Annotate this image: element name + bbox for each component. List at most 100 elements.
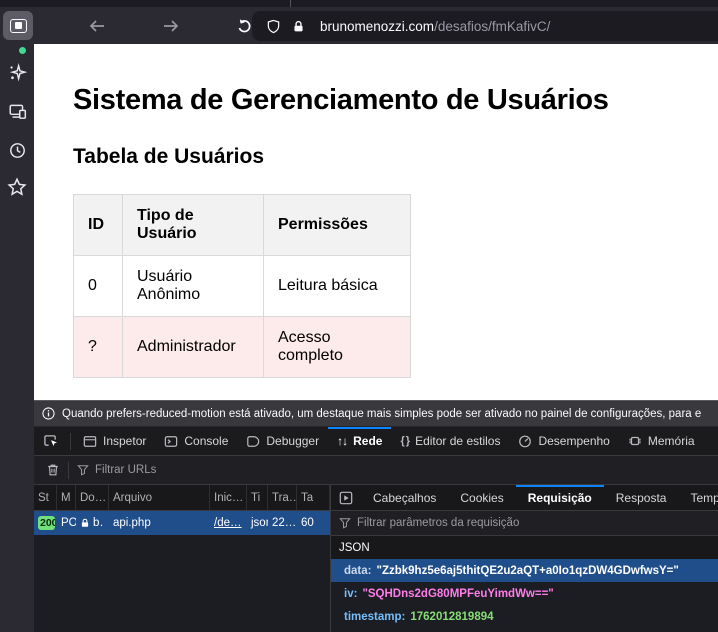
json-section-label[interactable]: JSON bbox=[331, 536, 718, 559]
tab-strip bbox=[0, 0, 718, 7]
sparkle-icon bbox=[8, 63, 27, 82]
filter-params-input[interactable] bbox=[357, 517, 617, 529]
cell-tipo: Usuário Anônimo bbox=[123, 256, 264, 317]
request-row-selected[interactable]: 200 POST brunomenozzi.com api.php /de… j… bbox=[34, 511, 330, 535]
devtools-tab-bar: Inspetor Console Debugger ↑↓ Rede { } Ed… bbox=[34, 427, 718, 456]
star-icon bbox=[7, 177, 27, 197]
back-button[interactable] bbox=[86, 16, 108, 36]
tab-label: Inspetor bbox=[103, 434, 146, 448]
tab-style-editor[interactable]: { } Editor de estilos bbox=[391, 427, 509, 455]
cell-permissoes: Leitura básica bbox=[264, 256, 411, 317]
forward-icon bbox=[162, 19, 180, 33]
braces-icon: { } bbox=[400, 435, 409, 447]
request-domain: brunomenozzi.com bbox=[76, 511, 109, 535]
network-arrows-icon: ↑↓ bbox=[337, 434, 347, 448]
users-table: ID Tipo de Usuário Permissões 0 Usuário … bbox=[73, 194, 411, 378]
tab-response[interactable]: Resposta bbox=[604, 485, 679, 510]
divider bbox=[70, 433, 71, 450]
status-badge: 200 bbox=[38, 516, 55, 530]
network-main: St M Do… Arquivo Inic… Ti Tra… Ta 200 PO… bbox=[34, 485, 718, 632]
col-domain[interactable]: Do… bbox=[76, 485, 109, 510]
gauge-icon bbox=[518, 434, 532, 448]
col-status[interactable]: St bbox=[34, 485, 57, 510]
sidebar-toggle-icon bbox=[10, 19, 27, 33]
tab-debugger[interactable]: Debugger bbox=[237, 427, 328, 455]
param-row-timestamp[interactable]: timestamp 1762012819894 bbox=[331, 605, 718, 628]
synced-tabs-button[interactable] bbox=[7, 101, 27, 121]
filter-urls-input[interactable] bbox=[95, 464, 295, 476]
col-file[interactable]: Arquivo bbox=[109, 485, 210, 510]
details-tab-bar: Cabeçalhos Cookies Requisição Resposta T… bbox=[331, 485, 718, 511]
cell-permissoes: Acesso completo bbox=[264, 317, 411, 378]
col-size[interactable]: Ta bbox=[297, 485, 330, 510]
clear-requests-button[interactable] bbox=[46, 463, 60, 477]
debugger-icon bbox=[246, 435, 260, 448]
console-icon bbox=[164, 435, 178, 448]
browser-toolbar: brunomenozzi.com/desafios/fmKafivC/ bbox=[0, 7, 718, 44]
lock-icon[interactable] bbox=[292, 20, 305, 33]
tab-inspector[interactable]: Inspetor bbox=[74, 427, 155, 455]
table-header-row: ID Tipo de Usuário Permissões bbox=[74, 195, 411, 256]
request-type: json bbox=[247, 511, 268, 535]
filter-funnel-icon bbox=[339, 517, 351, 529]
history-button[interactable] bbox=[7, 140, 27, 160]
bookmarks-button[interactable] bbox=[7, 177, 27, 197]
reload-icon bbox=[236, 18, 253, 35]
sidebar-toggle-button[interactable] bbox=[3, 11, 33, 40]
param-key: data bbox=[344, 565, 372, 577]
url-domain: brunomenozzi.com bbox=[320, 19, 434, 34]
param-value: "Zzbk9hz5e6aj5thitQE2u2aQT+a0Io1qzDW4GDw… bbox=[377, 565, 679, 577]
block-requests-button[interactable] bbox=[331, 485, 361, 510]
tab-cookies[interactable]: Cookies bbox=[448, 485, 515, 510]
firefox-sidebar bbox=[0, 44, 34, 632]
request-size: 60 bbox=[297, 511, 330, 535]
param-row-data[interactable]: data "Zzbk9hz5e6aj5thitQE2u2aQT+a0Io1qzD… bbox=[331, 559, 718, 582]
tab-label: Memória bbox=[648, 434, 695, 448]
pick-element-button[interactable] bbox=[34, 427, 67, 455]
col-initiator[interactable]: Inic… bbox=[210, 485, 247, 510]
url-path: /desafios/fmKafivC/ bbox=[434, 19, 550, 34]
divider bbox=[68, 462, 69, 479]
params-filter-bar bbox=[331, 511, 718, 536]
col-header-id: ID bbox=[74, 195, 123, 256]
page-title: Sistema de Gerenciamento de Usuários bbox=[73, 84, 718, 117]
shield-icon[interactable] bbox=[266, 19, 281, 34]
col-method[interactable]: M bbox=[57, 485, 76, 510]
url-bar[interactable]: brunomenozzi.com/desafios/fmKafivC/ bbox=[252, 11, 718, 41]
back-icon bbox=[88, 19, 106, 33]
param-key: iv bbox=[344, 588, 357, 600]
clock-icon bbox=[8, 141, 27, 160]
tab-performance[interactable]: Desempenho bbox=[509, 427, 618, 455]
request-method: POST bbox=[57, 511, 76, 535]
cell-id: 0 bbox=[74, 256, 123, 317]
tab-network[interactable]: ↑↓ Rede bbox=[328, 427, 391, 455]
cell-id: ? bbox=[74, 317, 123, 378]
param-value: "SQHDns2dG80MPFeuYimdWw==" bbox=[362, 588, 553, 600]
tab-timings[interactable]: Tempos bbox=[678, 485, 718, 510]
param-row-iv[interactable]: iv "SQHDns2dG80MPFeuYimdWw==" bbox=[331, 582, 718, 605]
request-list-header: St M Do… Arquivo Inic… Ti Tra… Ta bbox=[34, 485, 330, 511]
pick-element-icon bbox=[43, 434, 58, 448]
tab-request[interactable]: Requisição bbox=[516, 485, 604, 510]
forward-button[interactable] bbox=[160, 16, 182, 36]
tab-console[interactable]: Console bbox=[155, 427, 237, 455]
trash-icon bbox=[46, 463, 60, 477]
tab-headers[interactable]: Cabeçalhos bbox=[361, 485, 448, 510]
page-subtitle: Tabela de Usuários bbox=[73, 145, 718, 169]
lock-icon bbox=[80, 518, 90, 528]
request-transferred: 22… bbox=[268, 511, 297, 535]
cell-tipo: Administrador bbox=[123, 317, 264, 378]
tab-memory[interactable]: Memória bbox=[619, 427, 704, 455]
request-details-panel: Cabeçalhos Cookies Requisição Resposta T… bbox=[330, 485, 718, 632]
request-initiator[interactable]: /de… bbox=[214, 517, 242, 529]
memory-chip-icon bbox=[628, 434, 642, 448]
info-icon bbox=[42, 407, 55, 420]
devtools-panel: Quando prefers-reduced-motion está ativa… bbox=[34, 400, 718, 632]
col-header-permissoes: Permissões bbox=[264, 195, 411, 256]
param-value: 1762012819894 bbox=[410, 611, 493, 623]
col-type[interactable]: Ti bbox=[247, 485, 268, 510]
ai-chatbot-button[interactable] bbox=[7, 62, 27, 82]
notification-text: Quando prefers-reduced-motion está ativa… bbox=[62, 408, 701, 420]
col-transferred[interactable]: Tra… bbox=[268, 485, 297, 510]
col-header-tipo: Tipo de Usuário bbox=[123, 195, 264, 256]
